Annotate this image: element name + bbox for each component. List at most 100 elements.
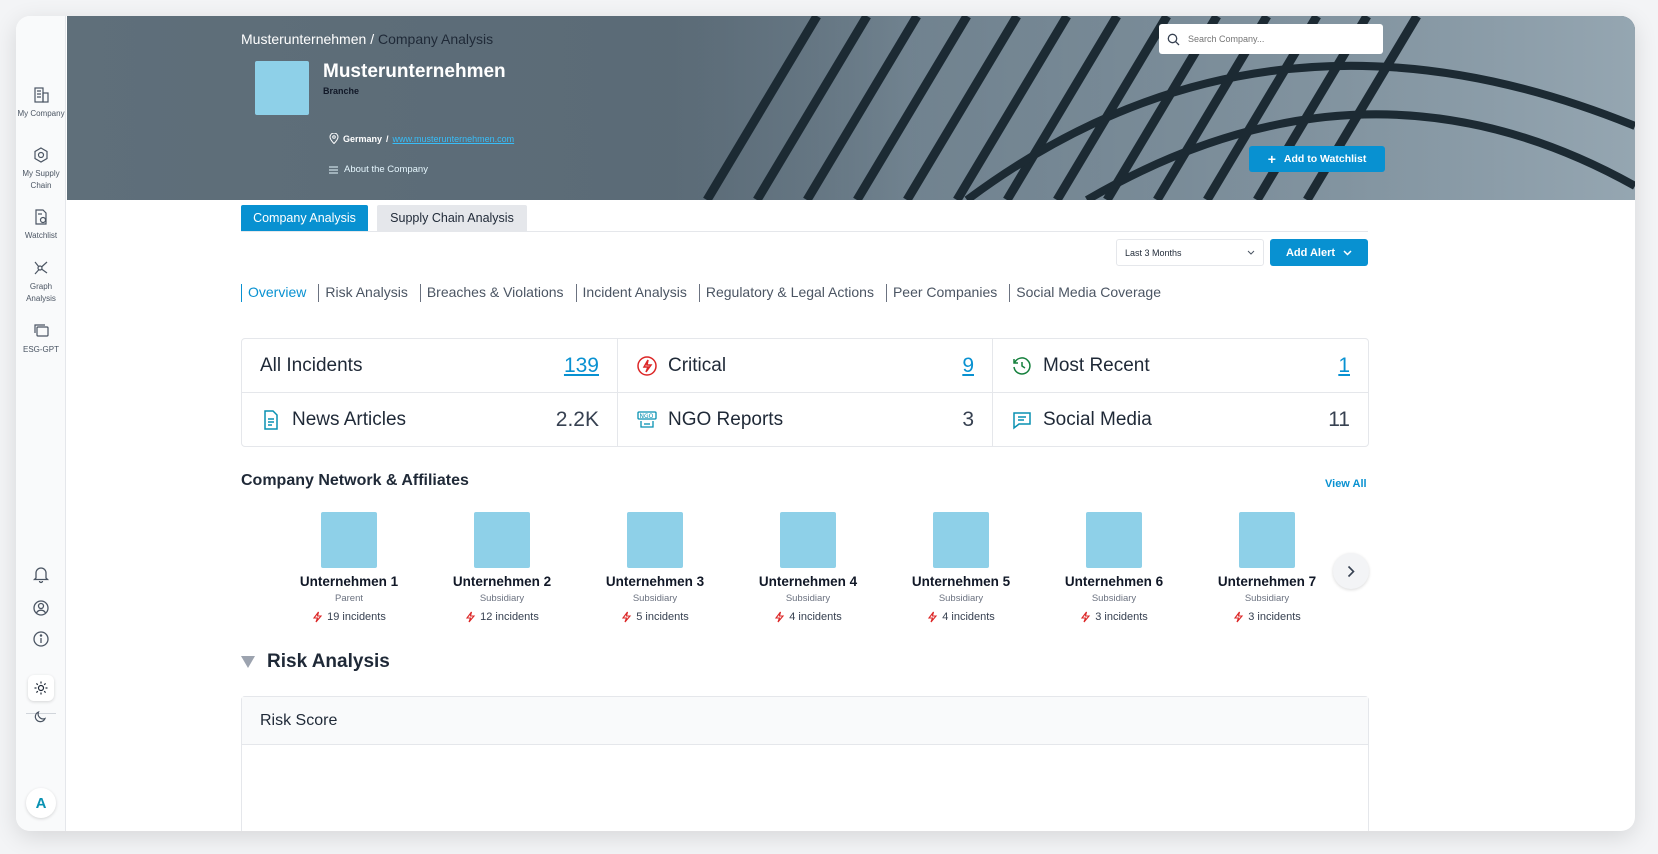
location-separator: / (386, 133, 389, 144)
avatar[interactable]: A (26, 788, 56, 818)
analysis-subtabs: Overview Risk Analysis Breaches & Violat… (241, 284, 1173, 302)
sidebar-item-watchlist[interactable]: Watchlist (16, 208, 66, 242)
stat-value-link[interactable]: 139 (564, 354, 599, 378)
affiliate-relation: Subsidiary (479, 593, 525, 604)
bell-icon[interactable] (31, 564, 51, 584)
affiliate-logo (1086, 512, 1142, 568)
tab-supply-chain-analysis[interactable]: Supply Chain Analysis (377, 205, 527, 231)
sidebar-item-supply-chain[interactable]: My Supply Chain (16, 146, 66, 192)
stat-most-recent: Most Recent 1 (993, 339, 1368, 393)
chevron-down-icon (1247, 250, 1255, 255)
tab-company-analysis[interactable]: Company Analysis (241, 205, 368, 231)
search-icon (1167, 33, 1180, 45)
subtab-social-media[interactable]: Social Media Coverage (1009, 284, 1167, 302)
sidebar-item-label: My Company (17, 109, 65, 118)
affiliate-logo (627, 512, 683, 568)
affiliate-card[interactable]: Unternehmen 4 Subsidiary 4 incidents (738, 512, 878, 623)
stat-label: NGO Reports (668, 409, 784, 430)
affiliate-incidents: 3 incidents (1197, 611, 1337, 623)
affiliate-name: Unternehmen 4 (758, 574, 858, 589)
affiliate-logo (474, 512, 530, 568)
affiliate-logo (1239, 512, 1295, 568)
subtab-risk-analysis[interactable]: Risk Analysis (318, 284, 413, 302)
affiliate-name: Unternehmen 2 (452, 574, 552, 589)
info-icon[interactable] (31, 629, 51, 649)
affiliate-incidents: 5 incidents (585, 611, 725, 623)
affiliate-incident-count: 4 incidents (789, 611, 842, 623)
stat-all-incidents: All Incidents 139 (242, 339, 618, 393)
affiliate-card[interactable]: Unternehmen 1 Parent 19 incidents (279, 512, 419, 623)
tab-divider (241, 231, 1368, 232)
search-input[interactable] (1188, 34, 1368, 44)
affiliate-card[interactable]: Unternehmen 3 Subsidiary 5 incidents (585, 512, 725, 623)
affiliate-incident-count: 3 incidents (1248, 611, 1301, 623)
sidebar: My Company My Supply Chain Watchlist Gra… (16, 16, 66, 831)
light-theme-button[interactable] (28, 675, 54, 701)
view-all-link[interactable]: View All (1325, 478, 1367, 490)
carousel-next-button[interactable] (1333, 553, 1369, 589)
affiliate-card[interactable]: Unternehmen 6 Subsidiary 3 incidents (1044, 512, 1184, 623)
subtab-incident-analysis[interactable]: Incident Analysis (575, 284, 693, 302)
app-window: My Company My Supply Chain Watchlist Gra… (16, 16, 1635, 831)
subtab-breaches-violations[interactable]: Breaches & Violations (419, 284, 570, 302)
sidebar-item-my-company[interactable]: My Company (16, 86, 66, 120)
stat-value: 2.2K (555, 408, 599, 431)
graph-icon (34, 261, 48, 275)
company-sector: Branche (323, 86, 360, 96)
breadcrumb-parent[interactable]: Musterunternehmen (241, 31, 366, 47)
affiliate-relation: Subsidiary (632, 593, 678, 604)
chat-icon (34, 324, 49, 337)
affiliate-incidents: 3 incidents (1044, 611, 1184, 623)
bolt-icon (622, 611, 632, 623)
bolt-icon (1234, 611, 1244, 623)
stat-label: Critical (668, 354, 727, 376)
stat-social-media: Social Media 11 (993, 393, 1368, 447)
affiliate-card[interactable]: Unternehmen 5 Subsidiary 4 incidents (891, 512, 1031, 623)
sidebar-item-esg-gpt[interactable]: ESG-GPT (16, 322, 66, 356)
bolt-icon (775, 611, 785, 623)
affiliate-name: Unternehmen 7 (1217, 574, 1317, 589)
subtab-overview[interactable]: Overview (241, 284, 312, 302)
company-website-link[interactable]: www.musterunternehmen.com (393, 134, 515, 144)
risk-analysis-toggle[interactable]: Risk Analysis (241, 651, 390, 673)
sidebar-item-label: ESG-GPT (22, 345, 59, 354)
affiliate-relation: Parent (335, 593, 363, 604)
breadcrumb-separator: / (370, 31, 375, 47)
chevron-down-icon (1343, 249, 1352, 256)
sidebar-item-graph-analysis[interactable]: Graph Analysis (16, 259, 66, 305)
stat-label: All Incidents (260, 354, 363, 376)
affiliate-relation: Subsidiary (1091, 593, 1137, 604)
company-header-banner: Musterunternehmen / Company Analysis Mus… (67, 16, 1635, 200)
user-circle-icon[interactable] (31, 598, 51, 618)
stat-label: News Articles (292, 409, 407, 430)
company-name: Musterunternehmen (323, 61, 506, 82)
breadcrumb: Musterunternehmen / Company Analysis (241, 31, 493, 47)
period-select[interactable]: Last 3 Months (1116, 239, 1264, 266)
affiliate-incident-count: 12 incidents (480, 611, 539, 623)
building-icon (34, 87, 49, 103)
affiliate-incidents: 4 incidents (891, 611, 1031, 623)
affiliate-incident-count: 3 incidents (1095, 611, 1148, 623)
dark-theme-button[interactable] (28, 703, 54, 729)
chevron-right-icon (1347, 565, 1355, 577)
affiliate-logo (321, 512, 377, 568)
about-company-link[interactable]: About the Company (329, 164, 428, 175)
affiliate-card[interactable]: Unternehmen 7 Subsidiary 3 incidents (1197, 512, 1337, 623)
supply-chain-icon (34, 147, 48, 163)
stat-value-link[interactable]: 9 (962, 354, 974, 378)
affiliate-name: Unternehmen 5 (911, 574, 1011, 589)
affiliate-card[interactable]: Unternehmen 2 Subsidiary 12 incidents (432, 512, 572, 623)
affiliate-name: Unternehmen 1 (299, 574, 399, 589)
stat-value-link[interactable]: 1 (1338, 354, 1350, 378)
sidebar-item-label: Graph Analysis (26, 282, 56, 303)
location-pin-icon (329, 133, 339, 144)
subtab-peer-companies[interactable]: Peer Companies (885, 284, 1003, 302)
breadcrumb-current: Company Analysis (377, 31, 494, 47)
add-to-watchlist-button[interactable]: + Add to Watchlist (1249, 146, 1385, 172)
sun-icon (34, 681, 48, 695)
ngo-icon: NGO (637, 411, 657, 428)
subtab-regulatory-legal[interactable]: Regulatory & Legal Actions (698, 284, 880, 302)
add-alert-button[interactable]: Add Alert (1270, 239, 1368, 266)
stat-ngo-reports: NGO NGO Reports 3 (618, 393, 993, 447)
stat-news-articles: News Articles 2.2K (242, 393, 618, 447)
